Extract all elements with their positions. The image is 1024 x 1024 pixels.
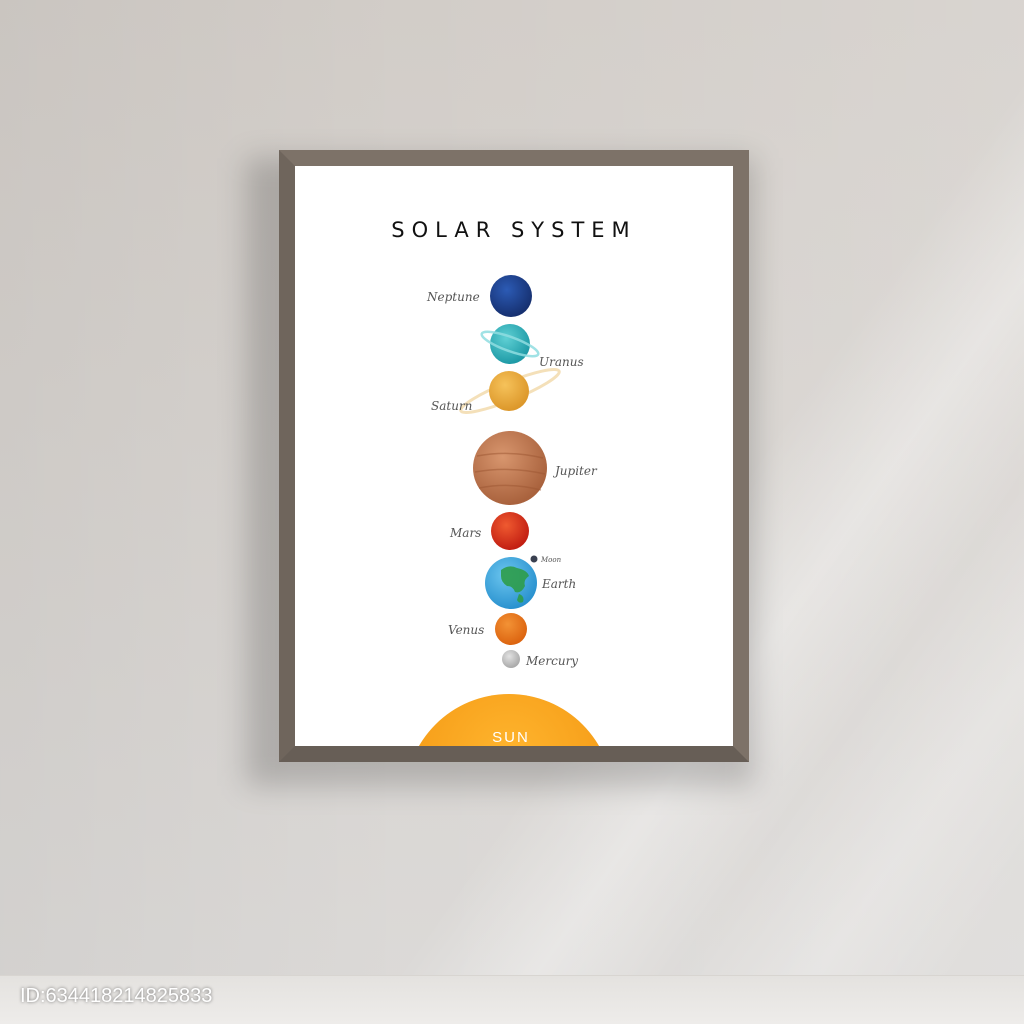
image-id-watermark: ID:634418214825833 bbox=[20, 985, 213, 1007]
saturn-planet bbox=[489, 371, 529, 411]
mercury-planet bbox=[502, 650, 520, 668]
uranus-label: Uranus bbox=[539, 355, 584, 369]
picture-frame: SOLAR SYSTEM Neptune Uranus Saturn Jupit… bbox=[279, 150, 749, 762]
moon-label: Moon bbox=[540, 556, 562, 564]
uranus-planet bbox=[490, 324, 530, 364]
planet-illustration: Neptune Uranus Saturn Jupiter Mars Moon … bbox=[418, 275, 600, 746]
venus-planet bbox=[495, 613, 527, 645]
saturn-label: Saturn bbox=[431, 399, 472, 413]
jupiter-planet bbox=[473, 431, 547, 505]
jupiter-label: Jupiter bbox=[552, 464, 598, 478]
mars-planet bbox=[491, 512, 529, 550]
moon-planet bbox=[530, 555, 538, 563]
neptune-planet bbox=[490, 275, 532, 317]
venus-label: Venus bbox=[448, 623, 484, 637]
mercury-label: Mercury bbox=[525, 654, 578, 668]
solar-system-poster: SOLAR SYSTEM Neptune Uranus Saturn Jupit… bbox=[295, 166, 733, 746]
mars-label: Mars bbox=[449, 526, 481, 540]
neptune-label: Neptune bbox=[426, 290, 480, 304]
sun-label: SUN bbox=[492, 729, 530, 746]
earth-label: Earth bbox=[541, 577, 576, 591]
